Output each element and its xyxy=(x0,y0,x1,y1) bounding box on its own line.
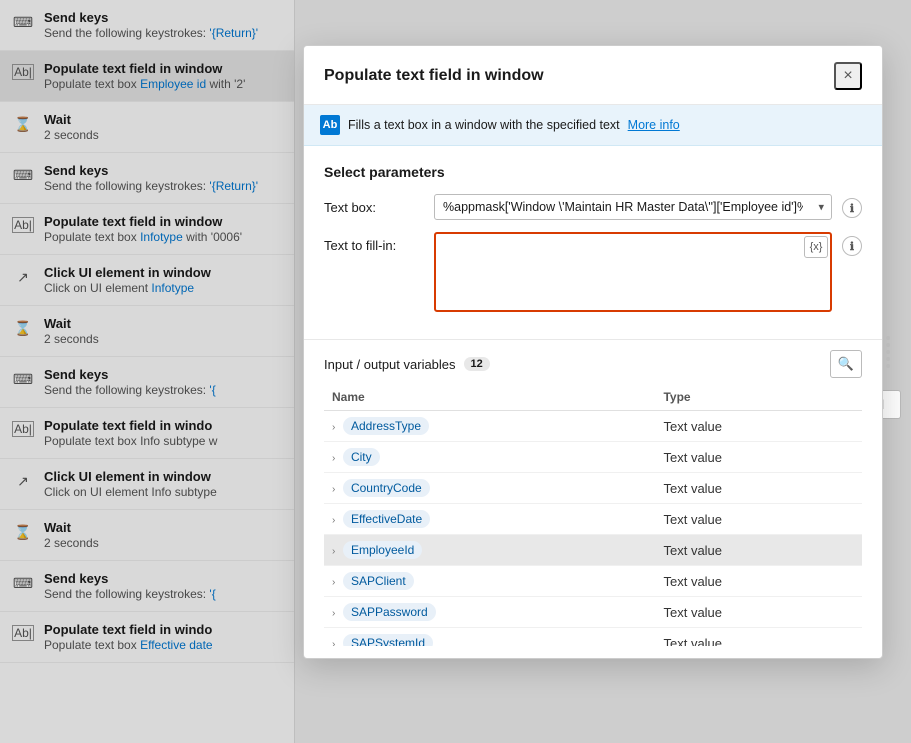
var-name: EmployeeId xyxy=(343,541,422,559)
expand-icon[interactable]: › xyxy=(332,608,335,619)
var-type: Text value xyxy=(655,628,862,647)
var-type: Text value xyxy=(655,535,862,566)
var-type: Text value xyxy=(655,473,862,504)
modal-body: Select parameters Text box: %appmask['Wi… xyxy=(304,146,882,339)
table-row[interactable]: › SAPClient Text value xyxy=(324,566,862,597)
table-row[interactable]: › EmployeeId Text value xyxy=(324,535,862,566)
var-name: AddressType xyxy=(343,417,429,435)
textbox-label: Text box: xyxy=(324,194,424,215)
params-title: Select parameters xyxy=(324,164,862,180)
vars-label: Input / output variables xyxy=(324,357,456,372)
var-type: Text value xyxy=(655,504,862,535)
col-name-header: Name xyxy=(324,386,655,411)
var-type: Text value xyxy=(655,597,862,628)
modal-title: Populate text field in window xyxy=(324,67,544,85)
col-type-header: Type xyxy=(655,386,862,411)
close-button[interactable]: × xyxy=(834,62,862,90)
var-name: EffectiveDate xyxy=(343,510,430,528)
table-row[interactable]: › SAPPassword Text value xyxy=(324,597,862,628)
var-type: Text value xyxy=(655,566,862,597)
search-icon: 🔍 xyxy=(838,356,854,372)
modal-grip xyxy=(886,336,890,368)
var-type: Text value xyxy=(655,411,862,442)
expand-icon[interactable]: › xyxy=(332,577,335,588)
vars-search-button[interactable]: 🔍 xyxy=(830,350,862,378)
vars-table: Name Type › AddressType Text value › Cit… xyxy=(324,386,862,646)
info-bar: Ab Fills a text box in a window with the… xyxy=(304,105,882,146)
vars-table-scroll[interactable]: Name Type › AddressType Text value › Cit… xyxy=(324,386,862,646)
expand-icon[interactable]: › xyxy=(332,484,335,495)
textbox-select[interactable]: %appmask['Window \'Maintain HR Master Da… xyxy=(434,194,832,220)
expand-icon[interactable]: › xyxy=(332,453,335,464)
var-name: SAPPassword xyxy=(343,603,436,621)
var-name: SAPClient xyxy=(343,572,414,590)
textfill-label: Text to fill-in: xyxy=(324,232,424,253)
more-info-link[interactable]: More info xyxy=(628,118,680,132)
table-row[interactable]: › EffectiveDate Text value xyxy=(324,504,862,535)
var-name: City xyxy=(343,448,380,466)
vars-title-row: Input / output variables 12 xyxy=(324,357,490,372)
var-type: Text value xyxy=(655,442,862,473)
textbox-control: %appmask['Window \'Maintain HR Master Da… xyxy=(434,194,832,220)
table-row[interactable]: › City Text value xyxy=(324,442,862,473)
modal-header: Populate text field in window × xyxy=(304,46,882,105)
textfill-row: Text to fill-in: {x} ℹ xyxy=(324,232,862,315)
var-name: CountryCode xyxy=(343,479,430,497)
textfill-input[interactable] xyxy=(434,232,832,312)
vars-header: Input / output variables 12 🔍 xyxy=(324,340,862,386)
expand-icon[interactable]: › xyxy=(332,639,335,646)
expand-icon[interactable]: › xyxy=(332,546,335,557)
populate-modal: Populate text field in window × Ab Fills… xyxy=(303,45,883,659)
textfill-info-button[interactable]: ℹ xyxy=(842,236,862,256)
variables-section: Input / output variables 12 🔍 Name Type … xyxy=(304,339,882,658)
variable-insert-button[interactable]: {x} xyxy=(804,236,828,258)
info-text: Fills a text box in a window with the sp… xyxy=(348,118,620,132)
expand-icon[interactable]: › xyxy=(332,515,335,526)
textbox-info-button[interactable]: ℹ xyxy=(842,198,862,218)
textbox-row: Text box: %appmask['Window \'Maintain HR… xyxy=(324,194,862,220)
textfill-control: {x} xyxy=(434,232,832,315)
var-name: SAPSystemId xyxy=(343,634,433,646)
expand-icon[interactable]: › xyxy=(332,422,335,433)
table-row[interactable]: › CountryCode Text value xyxy=(324,473,862,504)
table-row[interactable]: › SAPSystemId Text value xyxy=(324,628,862,647)
info-icon: Ab xyxy=(320,115,340,135)
table-row[interactable]: › AddressType Text value xyxy=(324,411,862,442)
vars-count-badge: 12 xyxy=(464,357,490,371)
